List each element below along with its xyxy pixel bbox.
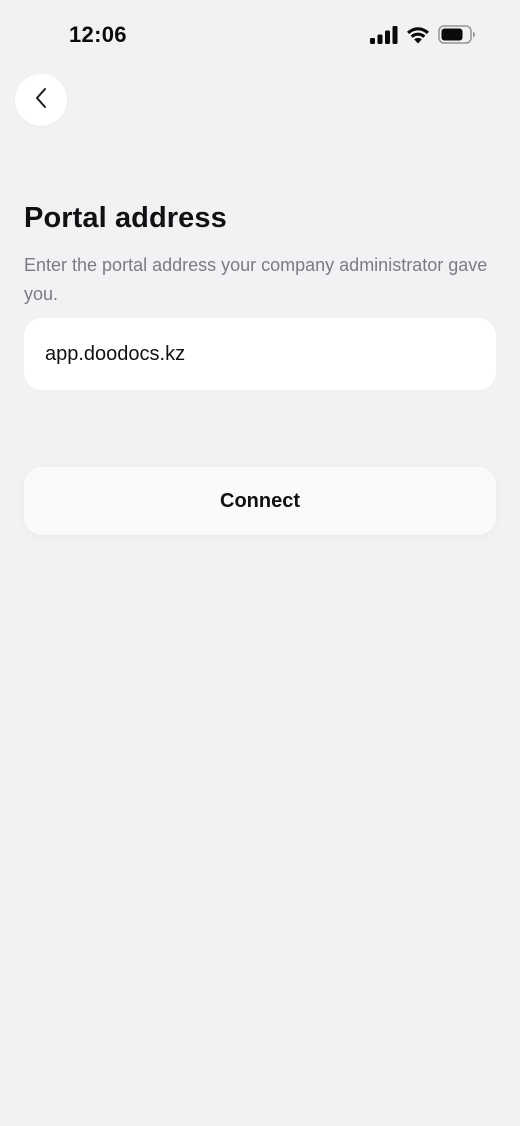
cellular-signal-icon — [370, 25, 398, 44]
portal-address-field[interactable] — [24, 318, 496, 390]
status-time: 12:06 — [69, 22, 127, 47]
page-subtitle: Enter the portal address your company ad… — [24, 255, 488, 304]
wifi-icon — [406, 26, 430, 44]
page-title: Portal address — [24, 202, 227, 234]
status-icons — [370, 25, 476, 44]
portal-address-screen: 12:06 Portal address Enter the portal ad… — [0, 0, 520, 1126]
battery-icon — [438, 25, 476, 44]
chevron-left-icon — [34, 87, 48, 114]
portal-address-input[interactable] — [45, 342, 475, 366]
connect-button[interactable]: Connect — [24, 467, 496, 535]
status-bar: 12:06 — [0, 0, 520, 70]
back-button[interactable] — [15, 74, 67, 126]
